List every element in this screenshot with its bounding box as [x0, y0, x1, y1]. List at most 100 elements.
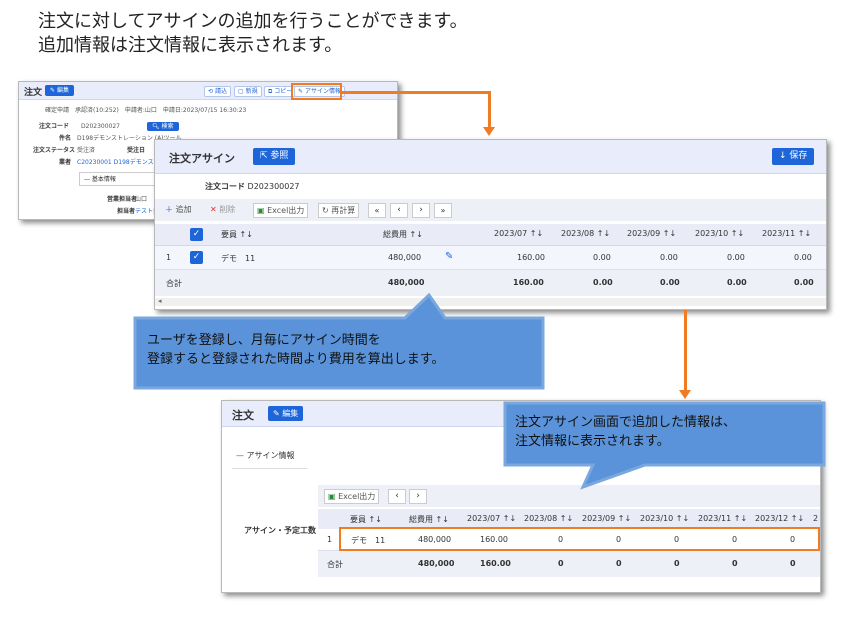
order-total-month-5: 0 — [790, 559, 796, 568]
order-col-member[interactable]: 要員 ↑↓ — [350, 514, 382, 525]
total-label: 合計 — [166, 279, 182, 288]
bg-status-label: 注文ステータス — [33, 147, 76, 154]
bg-sales-label: 営業担当者 — [107, 196, 138, 203]
connector-arrow-2 — [679, 390, 691, 399]
bg-receive-label: 受注日 — [127, 147, 146, 154]
bg-sales-value: 山口 — [135, 196, 148, 203]
connector-v1 — [488, 91, 491, 129]
total-month-2: 0.00 — [660, 278, 680, 287]
bg-meta: 確定申請 承認済(10:252) 申請者:山口 申請日:2023/07/15 1… — [45, 107, 247, 114]
total-month-3: 0.00 — [727, 278, 747, 287]
assign-header: 注文アサイン ⇱ 参照 ↓ 保存 — [155, 140, 826, 174]
order-total-month-3: 0 — [674, 559, 680, 568]
order-total-month-2: 0 — [616, 559, 622, 568]
ref-button[interactable]: ⇱ 参照 — [253, 148, 296, 165]
bg-toolbar-btn-0[interactable]: ⟲ 請込 — [204, 86, 231, 97]
delete-button[interactable]: ✕ 削除 — [210, 204, 235, 215]
pencil-icon[interactable]: ✎ — [445, 251, 453, 262]
order-prev-button[interactable]: ‹ — [388, 489, 406, 504]
bg-order-code-value: D202300027 — [81, 123, 120, 130]
total-sum: 480,000 — [388, 278, 425, 287]
connector-arrow-1 — [483, 127, 495, 136]
order-col-2023-09[interactable]: 2023/09 ↑↓ — [582, 514, 631, 523]
total-month-0: 160.00 — [513, 278, 544, 287]
order-grid-header: 要員 ↑↓ 総費用 ↑↓ 2023/07 ↑↓ 2023/08 ↑↓ 2023/… — [318, 509, 820, 529]
order-total-label: 合計 — [327, 560, 343, 569]
row-total: 480,000 — [388, 253, 422, 262]
row-month-1[interactable]: 0.00 — [593, 253, 611, 262]
select-all-checkbox[interactable]: ✓ — [190, 228, 203, 241]
callout-2-line-1: 注文アサイン画面で追加した情報は、 — [515, 415, 737, 430]
recalc-button[interactable]: ↻ 再計算 — [318, 203, 360, 218]
page-heading: 注文に対してアサインの追加を行うことができます。 追加情報は注文情報に表示されま… — [38, 10, 468, 58]
excel-button[interactable]: ▣ Excel出力 — [253, 203, 309, 218]
row-month-2[interactable]: 0.00 — [660, 253, 678, 262]
order-col-2023-10[interactable]: 2023/10 ↑↓ — [640, 514, 689, 523]
order-total-month-4: 0 — [732, 559, 738, 568]
order-excel-button[interactable]: ▣ Excel出力 — [324, 489, 380, 504]
bg-order-code-label: 注文コード — [39, 123, 70, 130]
order-col-2023-07[interactable]: 2023/07 ↑↓ — [467, 514, 516, 523]
assign-order-code-value: D202300027 — [247, 182, 300, 191]
col-2023-07[interactable]: 2023/07 ↑↓ — [494, 229, 543, 238]
assign-toolbar: ＋ 追加 ✕ 削除 ▣ Excel出力 ↻ 再計算 « ‹ › » — [155, 199, 826, 221]
order-total-sum: 480,000 — [418, 559, 455, 568]
assign-section-tab[interactable]: — アサイン情報 — [232, 444, 307, 469]
heading-line-2: 追加情報は注文情報に表示されます。 — [38, 35, 343, 56]
order-total-month-0: 160.00 — [480, 559, 511, 568]
first-page-button[interactable]: « — [368, 203, 386, 218]
bg-window-title: 注文 — [24, 88, 43, 98]
col-2023-11[interactable]: 2023/11 ↑↓ — [762, 229, 811, 238]
assign-title: 注文アサイン — [169, 152, 235, 165]
assign-side-label: アサイン・予定工数 — [244, 526, 316, 535]
order-total-month-1: 0 — [558, 559, 564, 568]
total-month-4: 0.00 — [794, 278, 814, 287]
refresh-icon: ↻ — [322, 206, 329, 215]
order-col-total[interactable]: 総費用 ↑↓ — [409, 514, 449, 525]
order-col-2023-12[interactable]: 2023/12 ↑↓ — [755, 514, 804, 523]
order-next-button[interactable]: › — [409, 489, 427, 504]
plus-icon: ＋ — [165, 205, 173, 214]
order-title: 注文 — [232, 409, 254, 422]
prev-page-button[interactable]: ‹ — [390, 203, 408, 218]
last-page-button[interactable]: » — [434, 203, 452, 218]
bg-status-value: 受注済 — [77, 147, 96, 154]
row-month-4[interactable]: 0.00 — [794, 253, 812, 262]
row-number: 1 — [166, 253, 172, 262]
row-checkbox[interactable]: ✓ — [190, 251, 203, 264]
assign-grid-header: ✓ 要員 ↑↓ 総費用 ↑↓ 2023/07 ↑↓ 2023/08 ↑↓ 202… — [155, 224, 826, 246]
assign-order-code: 注文コード D202300027 — [205, 181, 300, 192]
order-edit-button[interactable]: ✎ 編集 — [268, 406, 304, 421]
heading-line-1: 注文に対してアサインの追加を行うことができます。 — [38, 11, 468, 32]
row-month-3[interactable]: 0.00 — [727, 253, 745, 262]
bg-section-tab[interactable]: — 基本情報 — [79, 172, 155, 186]
col-2023-08[interactable]: 2023/08 ↑↓ — [561, 229, 610, 238]
col-2023-09[interactable]: 2023/09 ↑↓ — [627, 229, 676, 238]
order-assign-window: 注文アサイン ⇱ 参照 ↓ 保存 注文コード D202300027 ＋ 追加 ✕… — [154, 139, 827, 310]
order-col-2023-11[interactable]: 2023/11 ↑↓ — [698, 514, 747, 523]
assign-table-row[interactable]: 1 ✓ デモ 11 480,000 ✎ 160.00 0.00 0.00 0.0… — [155, 246, 826, 270]
order-col-more[interactable]: 2 — [813, 514, 818, 523]
excel-icon: ▣ — [257, 206, 265, 215]
assign-section-label: — アサイン情報 — [236, 451, 295, 460]
highlight-order-row — [339, 527, 820, 551]
bg-case-label: 件名 — [59, 135, 72, 142]
order-total-row: 合計 480,000 160.00 0 0 0 0 0 — [318, 551, 820, 577]
save-button[interactable]: ↓ 保存 — [772, 148, 815, 165]
assign-order-code-label: 注文コード — [205, 182, 245, 191]
add-button[interactable]: ＋ 追加 — [165, 204, 192, 215]
row-member: デモ 11 — [221, 254, 256, 263]
order-col-2023-08[interactable]: 2023/08 ↑↓ — [524, 514, 573, 523]
bg-search-button[interactable]: 🔍︎ 検索 — [147, 122, 179, 131]
next-page-button[interactable]: › — [412, 203, 430, 218]
close-icon: ✕ — [210, 205, 217, 214]
bg-toolbar-btn-1[interactable]: ▢ 新規 — [234, 86, 262, 97]
row-month-0[interactable]: 160.00 — [517, 253, 545, 262]
col-total[interactable]: 総費用 ↑↓ — [383, 229, 423, 240]
callout-1-text: ユーザを登録し、月毎にアサイン時間を 登録すると登録された時間より費用を算出しま… — [147, 331, 444, 369]
col-member[interactable]: 要員 ↑↓ — [221, 229, 253, 240]
col-2023-10[interactable]: 2023/10 ↑↓ — [695, 229, 744, 238]
callout-2-text: 注文アサイン画面で追加した情報は、 注文情報に表示されます。 — [515, 413, 736, 451]
bg-edit-button[interactable]: ✎ 編集 — [45, 85, 74, 96]
callout-1-line-1: ユーザを登録し、月毎にアサイン時間を — [147, 333, 381, 348]
